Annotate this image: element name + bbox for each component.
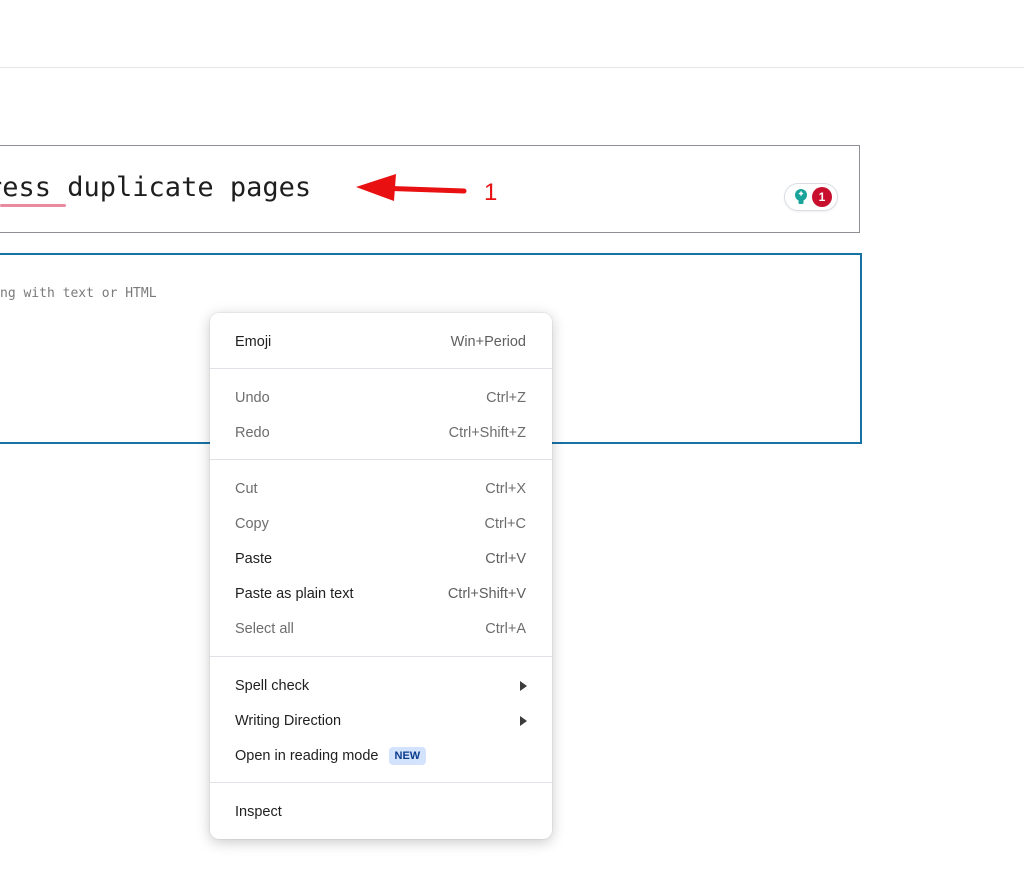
menu-item-inspect[interactable]: Inspect [210,795,552,829]
menu-item-label: Cut [235,481,258,497]
grammar-assistant-badge[interactable]: 1 [785,184,837,210]
menu-item-label: Inspect [235,804,282,820]
lightbulb-icon [795,189,807,204]
content-placeholder: ng with text or HTML [0,286,157,301]
menu-item-label: Paste as plain text [235,586,354,602]
menu-item-shortcut: Ctrl+Z [486,390,526,406]
menu-item-label: Redo [235,425,270,441]
menu-separator [210,368,552,369]
menu-item-copy[interactable]: Copy Ctrl+C [210,507,552,541]
menu-item-label: Writing Direction [235,713,342,729]
new-badge: NEW [388,747,427,765]
annotation-label-1: 1 [484,179,498,206]
menu-item-emoji[interactable]: Emoji Win+Period [210,325,552,359]
menu-item-label: Spell check [235,678,310,694]
spelling-error-underline [0,204,66,207]
title-text[interactable]: ress duplicate pages [0,170,311,206]
menu-item-label: Emoji [235,334,272,350]
menu-separator [210,782,552,783]
page: ress duplicate pages 1 ng with text or H… [0,0,1024,875]
triangle-right-icon [520,681,527,691]
header-divider [0,67,1024,68]
menu-item-label: Paste [235,551,273,567]
menu-item-shortcut: Ctrl+Shift+Z [448,425,526,441]
menu-item-cut[interactable]: Cut Ctrl+X [210,472,552,506]
menu-item-shortcut: Win+Period [450,334,526,350]
menu-item-label: Copy [235,516,269,532]
menu-item-writing-direction[interactable]: Writing Direction [210,704,552,738]
menu-item-select-all[interactable]: Select all Ctrl+A [210,612,552,646]
menu-item-shortcut: Ctrl+X [485,481,526,497]
context-menu: Emoji Win+Period Undo Ctrl+Z Redo Ctrl+S… [210,313,552,839]
menu-separator [210,459,552,460]
menu-item-shortcut: Ctrl+V [485,551,526,567]
triangle-right-icon [520,716,527,726]
menu-item-label: Open in reading mode [235,748,379,764]
menu-separator [210,656,552,657]
menu-item-shortcut: Ctrl+Shift+V [447,586,526,602]
menu-item-paste[interactable]: Paste Ctrl+V [210,542,552,576]
menu-item-redo[interactable]: Redo Ctrl+Shift+Z [210,416,552,450]
menu-item-reading-mode[interactable]: Open in reading mode NEW [210,739,552,773]
menu-item-label: Undo [235,390,270,406]
menu-item-label: Select all [235,621,294,637]
menu-item-shortcut: Ctrl+A [485,621,526,637]
menu-item-shortcut: Ctrl+C [484,516,527,532]
menu-item-undo[interactable]: Undo Ctrl+Z [210,381,552,415]
grammar-issue-count: 1 [812,187,832,207]
menu-item-spell-check[interactable]: Spell check [210,669,552,703]
menu-item-paste-plain-text[interactable]: Paste as plain text Ctrl+Shift+V [210,577,552,611]
